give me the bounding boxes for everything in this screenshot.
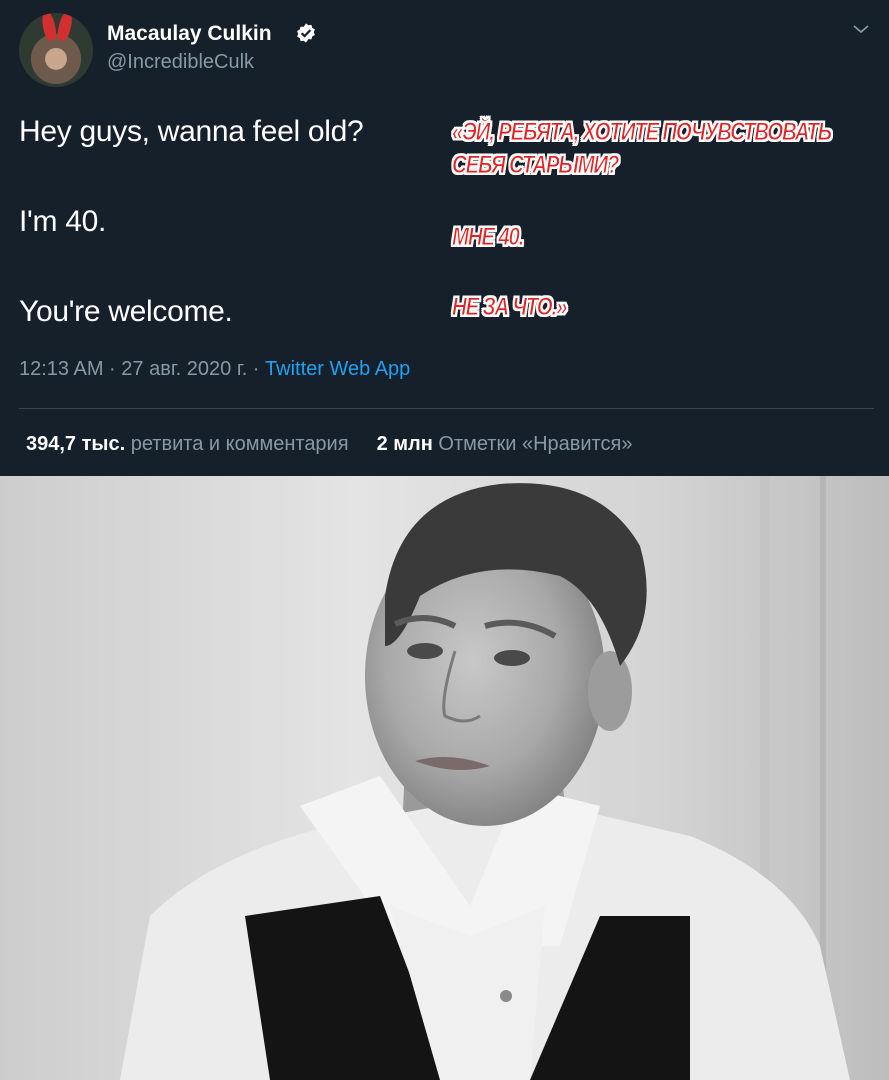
- tweet-text-line-2: I'm 40.: [19, 205, 106, 238]
- tweet-timestamp[interactable]: 12:13 AM · 27 авг. 2020 г. ·: [19, 358, 265, 380]
- likes-stat[interactable]: 2 млн Отметки «Нравится»: [377, 433, 633, 455]
- translation-line-1: «ЭЙ, РЕБЯТА, ХОТИТЕ ПОЧУВСТВОВАТЬ: [452, 118, 833, 147]
- tweet-source-app[interactable]: Twitter Web App: [265, 358, 410, 380]
- retweets-label: ретвита и комментария: [125, 433, 349, 455]
- author-avatar[interactable]: [19, 13, 93, 87]
- likes-label: Отметки «Нравится»: [432, 433, 633, 455]
- bunny-ear-right: [55, 13, 75, 43]
- retweets-stat[interactable]: 394,7 тыс. ретвита и комментария: [26, 433, 349, 455]
- bunny-ear-left: [40, 13, 58, 42]
- tweet-card: Macaulay Culkin @IncredibleCulk Hey guys…: [0, 0, 889, 476]
- author-name[interactable]: Macaulay Culkin: [107, 22, 272, 46]
- retweets-count: 394,7 тыс.: [26, 433, 126, 455]
- translation-line-3: МНЕ 40.: [452, 223, 525, 252]
- tweet-stats: 394,7 тыс. ретвита и комментария 2 млн От…: [26, 433, 632, 456]
- likes-count: 2 млн: [376, 433, 433, 455]
- portrait-photo: [0, 476, 889, 1080]
- tweet-text-line-1: Hey guys, wanna feel old?: [19, 115, 364, 148]
- portrait-illustration: [0, 476, 889, 1080]
- tweet-text-line-3: You're welcome.: [19, 295, 233, 328]
- chevron-down-icon[interactable]: [851, 22, 871, 36]
- divider: [19, 408, 874, 409]
- author-handle[interactable]: @IncredibleCulk: [107, 51, 254, 74]
- translation-line-2: СЕБЯ СТАРЫМИ?: [452, 151, 620, 180]
- tweet-meta: 12:13 AM · 27 авг. 2020 г. · Twitter Web…: [19, 358, 410, 381]
- verified-badge-icon: [297, 23, 315, 43]
- translation-line-4: НЕ ЗА ЧТО.»: [452, 293, 568, 322]
